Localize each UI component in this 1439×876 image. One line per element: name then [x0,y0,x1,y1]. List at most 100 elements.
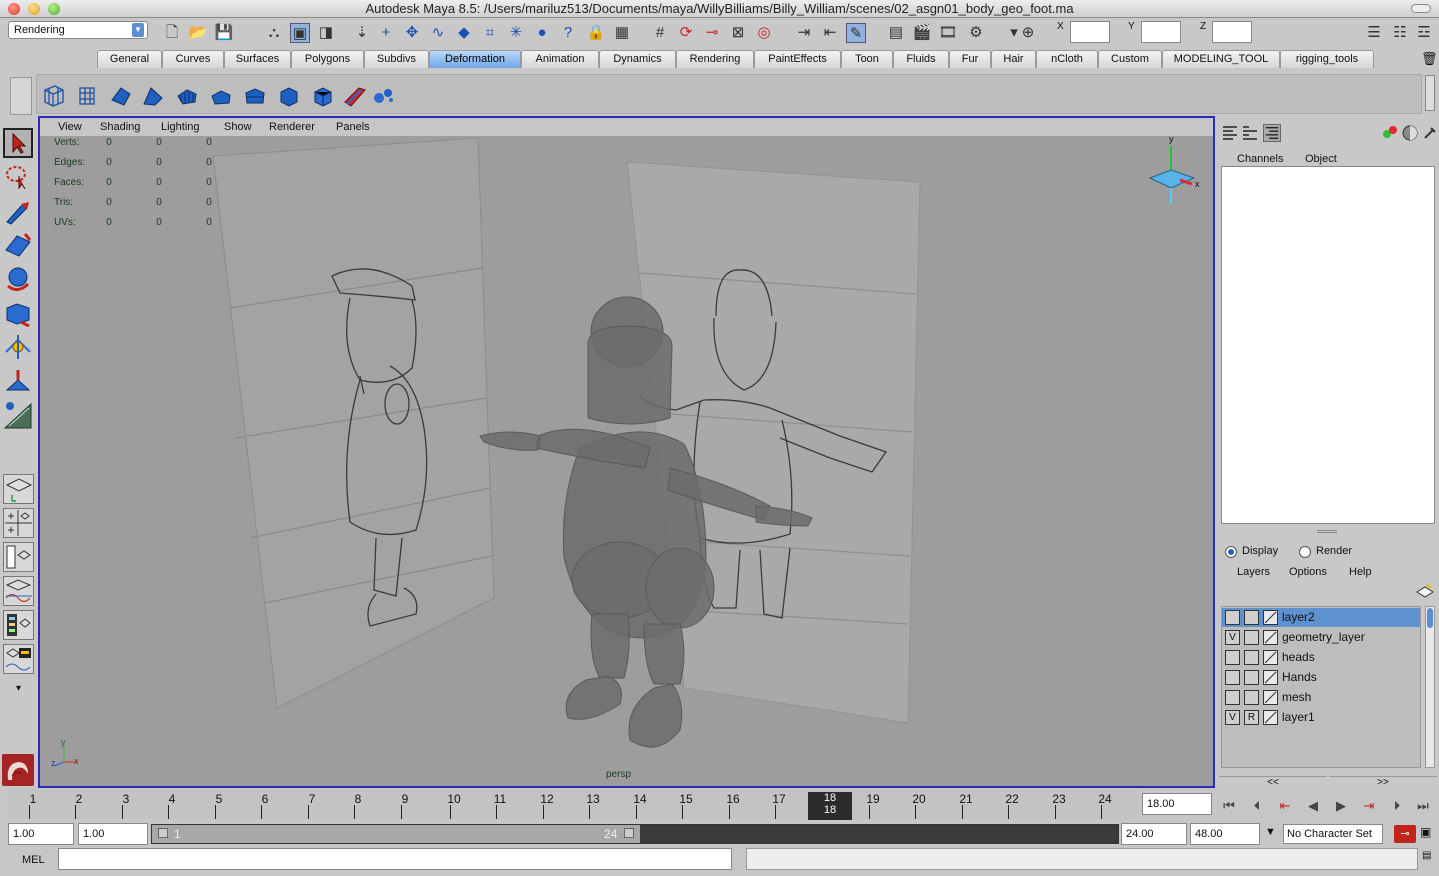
layer-color-swatch[interactable] [1263,670,1278,685]
more-layouts-button[interactable]: ▾ [3,678,34,700]
layer-row-heads[interactable]: heads [1222,648,1420,667]
nonlinear-wave-icon[interactable] [311,84,335,108]
tab-hair[interactable]: Hair [991,50,1036,68]
command-input[interactable] [58,848,732,870]
move-tool[interactable] [3,230,33,260]
render-layers-radio[interactable] [1299,546,1311,558]
new-scene-icon[interactable]: 🗋 [162,23,182,43]
tab-fluids[interactable]: Fluids [893,50,949,68]
layer-color-swatch[interactable] [1263,630,1278,645]
layer-row-geometry-layer[interactable]: V geometry_layer [1222,628,1420,647]
tab-toon[interactable]: Toon [841,50,893,68]
lasso-tool[interactable] [3,162,33,192]
layer-editor-layout-icon[interactable] [1241,124,1259,142]
selection-mask-icon[interactable]: ⇣ [352,23,372,43]
layer-list-scrollbar[interactable] [1425,606,1435,768]
tab-dynamics[interactable]: Dynamics [599,50,676,68]
range-slider-bar[interactable]: 1 24 [152,825,640,843]
tab-custom[interactable]: Custom [1098,50,1162,68]
panel-splitter[interactable] [1317,530,1337,533]
scrollbar-thumb[interactable] [1427,608,1433,628]
paint-select-tool[interactable] [3,198,33,228]
chevron-down-icon[interactable]: ▼ [1265,826,1276,838]
menu-set-dropdown[interactable]: Rendering ▼ [8,21,148,39]
layer-visibility-toggle[interactable] [1225,610,1240,625]
layer-row-layer1[interactable]: V R layer1 [1222,708,1420,727]
play-forwards-icon[interactable]: ▶ [1332,798,1350,814]
four-view-layout-button[interactable] [3,508,34,538]
tab-polygons[interactable]: Polygons [291,50,364,68]
snap-to-point-icon[interactable]: ⊸ [702,23,722,43]
display-layers-radio[interactable] [1225,546,1237,558]
tab-ncloth[interactable]: nCloth [1036,50,1098,68]
layer-color-swatch[interactable] [1263,610,1278,625]
soft-modification-icon[interactable] [371,84,395,108]
options-menu[interactable]: Options [1289,566,1327,578]
layer-color-swatch[interactable] [1263,650,1278,665]
highlight-selection-icon[interactable]: ▦ [612,23,632,43]
animation-prefs-icon[interactable]: ▣ [1420,825,1434,843]
shelf-scrollbar[interactable] [1425,75,1435,111]
pin-icon[interactable] [1421,124,1439,142]
playback-start-field[interactable]: 1.00 [78,823,148,845]
tab-rigging-tools[interactable]: rigging_tools [1280,50,1374,68]
tab-rendering[interactable]: Rendering [676,50,754,68]
sculpt-deformer-icon[interactable] [343,84,367,108]
persp-trax-layout-button[interactable] [3,644,34,674]
select-joints-icon[interactable]: ✥ [402,23,422,43]
last-used-tool[interactable] [3,400,33,430]
show-attribute-editor-icon[interactable]: ☰ [1364,23,1384,43]
shelf-menu-button[interactable] [10,77,32,115]
input-connections-icon[interactable]: ⇥ [794,23,814,43]
save-scene-icon[interactable]: 💾 [214,23,234,43]
channels-menu[interactable]: Channels [1237,153,1283,165]
layer-visibility-toggle[interactable]: V [1225,630,1240,645]
nonlinear-twist-icon[interactable] [277,84,301,108]
go-to-end-icon[interactable]: ⏭ [1414,798,1432,814]
view-cube-icon[interactable] [1148,146,1196,204]
tab-fur[interactable]: Fur [949,50,991,68]
channel-layer-layout-icon[interactable] [1263,124,1281,142]
hypershade-layout-button[interactable] [3,610,34,640]
show-manipulator-icon[interactable] [1381,124,1399,142]
layers-menu[interactable]: Layers [1237,566,1270,578]
layer-row-hands[interactable]: Hands [1222,668,1420,687]
page-next-button[interactable]: >> [1329,776,1437,788]
channel-box-layout-icon[interactable] [1221,124,1239,142]
page-prev-button[interactable]: << [1219,776,1327,788]
layer-row-layer2[interactable]: layer2 [1222,608,1420,627]
script-language-label[interactable]: MEL [22,854,45,866]
select-misc-icon[interactable]: ? [558,23,578,43]
render-current-frame-icon[interactable]: 🎬 [912,23,932,43]
layer-playback-toggle[interactable] [1244,630,1259,645]
nonlinear-flare-icon[interactable] [175,84,199,108]
tab-subdivs[interactable]: Subdivs [364,50,429,68]
tab-painteffects[interactable]: PaintEffects [754,50,841,68]
range-start-handle[interactable] [158,828,168,838]
layer-row-mesh[interactable]: mesh [1222,688,1420,707]
lock-selection-icon[interactable]: 🔒 [586,23,606,43]
single-perspective-layout-button[interactable] [3,474,34,504]
layer-playback-toggle[interactable]: R [1244,710,1259,725]
layer-visibility-toggle[interactable] [1225,690,1240,705]
select-curves-icon[interactable]: ∿ [428,23,448,43]
universal-manipulator-tool[interactable] [3,332,33,362]
output-connections-icon[interactable]: ⇤ [820,23,840,43]
nonlinear-sine-icon[interactable] [209,84,233,108]
layer-color-swatch[interactable] [1263,690,1278,705]
layer-visibility-toggle[interactable] [1225,650,1240,665]
go-to-start-icon[interactable]: ⏮ [1220,798,1238,814]
layer-playback-toggle[interactable] [1244,650,1259,665]
layer-visibility-toggle[interactable] [1225,670,1240,685]
render-view-icon[interactable]: ▤ [886,23,906,43]
y-field[interactable] [1141,21,1181,43]
step-back-key-icon[interactable]: ⇤ [1276,798,1294,814]
layer-visibility-toggle[interactable]: V [1225,710,1240,725]
current-time-field[interactable]: 18.00 [1142,793,1212,815]
make-live-icon[interactable]: ◎ [754,23,774,43]
persp-outliner-layout-button[interactable] [3,542,34,572]
select-by-hierarchy-icon[interactable]: ⛬ [264,23,284,43]
wrap-icon[interactable] [75,84,99,108]
tab-surfaces[interactable]: Surfaces [224,50,291,68]
persp-graph-layout-button[interactable] [3,576,34,606]
